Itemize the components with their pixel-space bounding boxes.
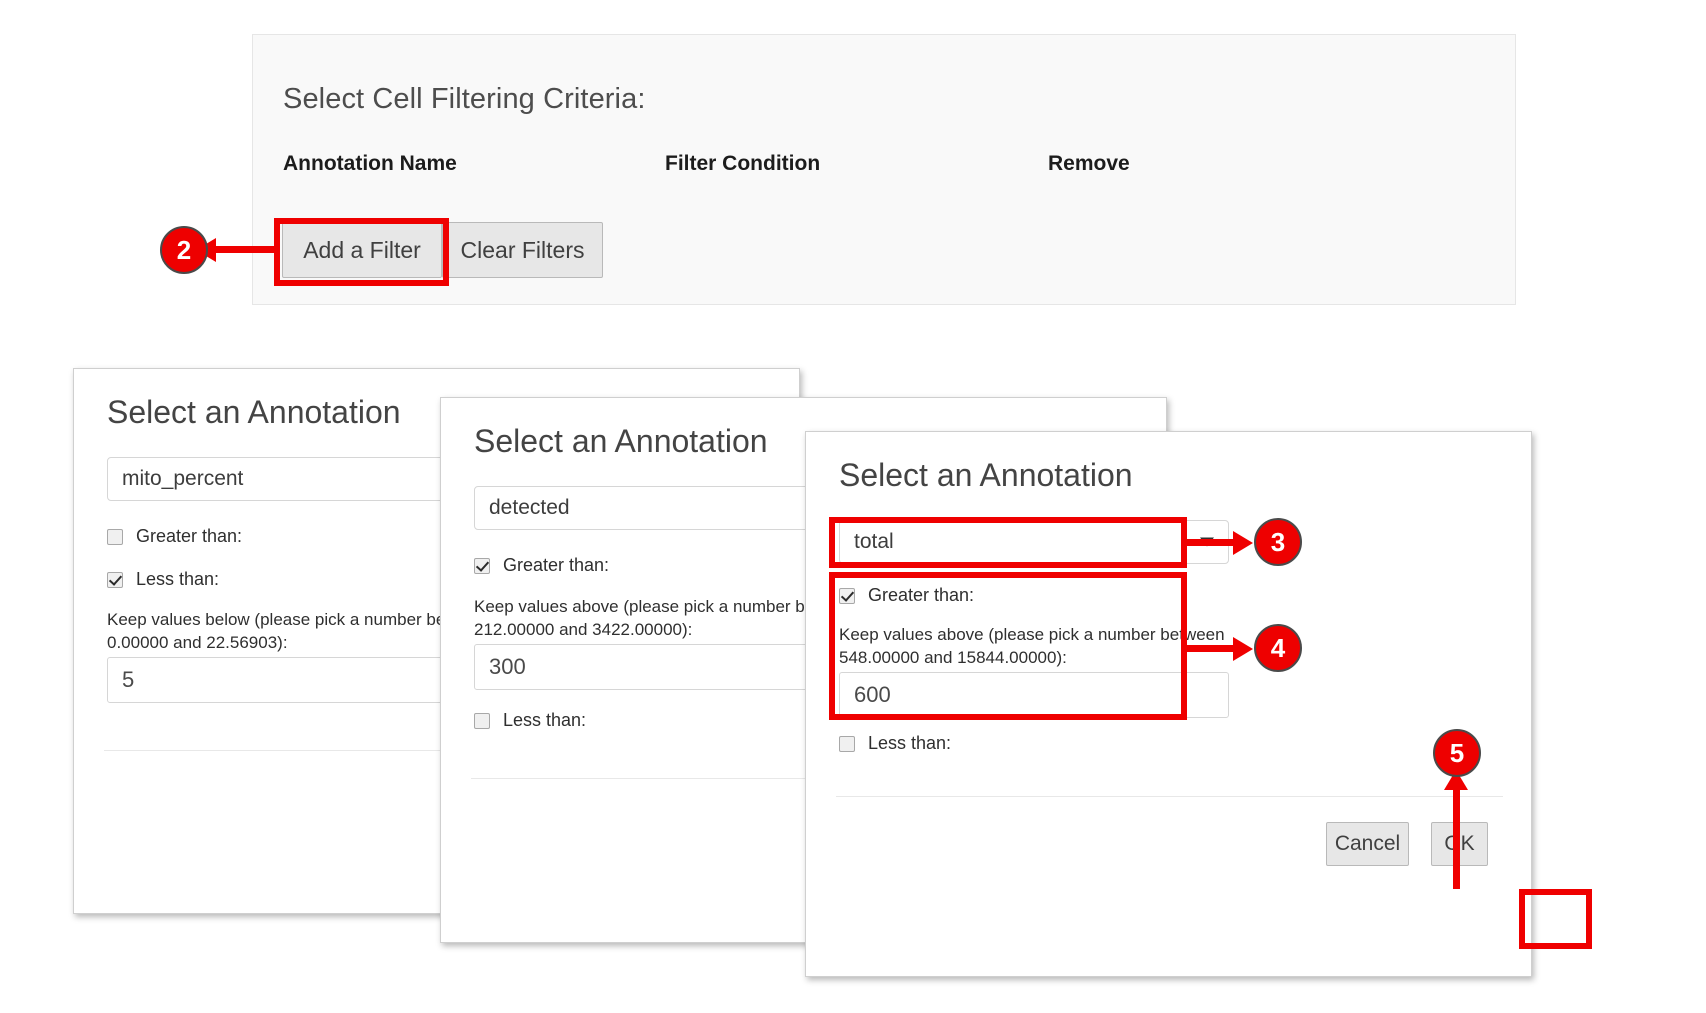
- dialog-title: Select an Annotation: [839, 457, 1133, 494]
- annotation-select[interactable]: total: [839, 520, 1229, 564]
- annotation-select-value: mito_percent: [108, 467, 243, 491]
- divider: [836, 796, 1503, 797]
- less-than-label: Less than:: [503, 710, 586, 731]
- column-header-remove: Remove: [1048, 152, 1130, 176]
- chevron-down-icon: [1200, 538, 1214, 547]
- less-than-checkbox-row[interactable]: Less than:: [107, 569, 219, 590]
- greater-than-label: Greater than:: [503, 555, 609, 576]
- column-header-filter-condition: Filter Condition: [665, 152, 820, 176]
- annotation-dialog-3: Select an Annotation total Greater than:…: [805, 431, 1532, 977]
- dialog-title: Select an Annotation: [107, 394, 401, 431]
- clear-filters-button[interactable]: Clear Filters: [442, 222, 603, 278]
- greater-than-checkbox[interactable]: [839, 588, 855, 604]
- greater-than-checkbox-row[interactable]: Greater than:: [474, 555, 609, 576]
- annotation-select-value: detected: [475, 496, 570, 520]
- less-than-checkbox[interactable]: [839, 736, 855, 752]
- callout-arrow-2-head: [196, 238, 216, 262]
- greater-than-checkbox-row[interactable]: Greater than:: [839, 585, 974, 606]
- annotation-select-value: total: [840, 530, 894, 554]
- cancel-button[interactable]: Cancel: [1326, 822, 1409, 866]
- threshold-input[interactable]: 600: [839, 672, 1229, 718]
- greater-than-checkbox-row[interactable]: Greater than:: [107, 526, 242, 547]
- ok-button[interactable]: OK: [1431, 822, 1488, 866]
- annotation-select[interactable]: mito_percent: [107, 457, 497, 501]
- column-header-annotation-name: Annotation Name: [283, 152, 457, 176]
- page-title: Select Cell Filtering Criteria:: [283, 83, 646, 116]
- less-than-label: Less than:: [136, 569, 219, 590]
- greater-than-label: Greater than:: [136, 526, 242, 547]
- value-range-hint: Keep values above (please pick a number …: [839, 624, 1231, 670]
- greater-than-checkbox[interactable]: [474, 558, 490, 574]
- less-than-checkbox-row[interactable]: Less than:: [474, 710, 586, 731]
- greater-than-label: Greater than:: [868, 585, 974, 606]
- threshold-input[interactable]: 5: [107, 657, 497, 703]
- less-than-label: Less than:: [868, 733, 951, 754]
- less-than-checkbox[interactable]: [474, 713, 490, 729]
- less-than-checkbox-row[interactable]: Less than:: [839, 733, 951, 754]
- callout-badge-2: 2: [160, 226, 208, 274]
- add-filter-button[interactable]: Add a Filter: [282, 222, 442, 278]
- greater-than-checkbox[interactable]: [107, 529, 123, 545]
- cell-filtering-panel: Select Cell Filtering Criteria: Annotati…: [252, 34, 1516, 305]
- less-than-checkbox[interactable]: [107, 572, 123, 588]
- dialog-title: Select an Annotation: [474, 423, 768, 460]
